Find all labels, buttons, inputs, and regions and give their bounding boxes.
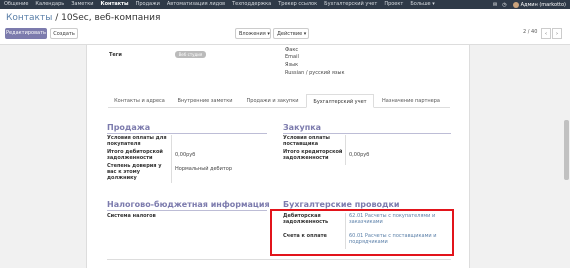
- nav-item-lead-automation[interactable]: Автоматизация лидов: [167, 0, 225, 9]
- scrollbar[interactable]: [563, 45, 570, 268]
- nav-item-more[interactable]: Больше ▾: [410, 0, 434, 9]
- breadcrumb: Контакты / 10Sec, веб-компания: [6, 13, 160, 23]
- fiscal-section-title: Налогово-бюджетная информация: [107, 200, 270, 209]
- clock-icon[interactable]: ◷: [502, 2, 506, 8]
- receivable-total-value: 0,00руб: [175, 152, 196, 158]
- tab-contacts-addresses[interactable]: Контакты и адреса: [108, 94, 171, 108]
- highlight-box: [270, 209, 454, 256]
- purchase-separator: [283, 133, 451, 134]
- accounting-section-title: Бухгалтерские проводки: [283, 200, 400, 209]
- email-label: Email: [285, 54, 299, 60]
- trust-value[interactable]: Нормальный дебитор: [175, 166, 232, 172]
- nav-item-calendar[interactable]: Календарь: [35, 0, 64, 9]
- attachments-dropdown[interactable]: Вложения ▾: [235, 28, 271, 39]
- create-button[interactable]: Создать: [50, 28, 78, 39]
- nav-right: ✉ ◷ Админ (markotto): [488, 0, 566, 9]
- tag-pill[interactable]: Веб студия: [175, 51, 206, 58]
- breadcrumb-parent[interactable]: Контакты: [6, 13, 52, 23]
- sales-separator: [107, 133, 267, 134]
- sales-section-title: Продажа: [107, 123, 151, 132]
- nav-item-accounting[interactable]: Бухгалтерский учет: [324, 0, 377, 9]
- breadcrumb-separator: /: [52, 13, 62, 23]
- edit-button[interactable]: Редактировать: [5, 28, 47, 39]
- payable-total-value: 0,00руб: [349, 152, 370, 158]
- supplier-payment-terms-label: Условия оплаты поставщика: [283, 135, 330, 147]
- actions-dropdown[interactable]: Действие ▾: [273, 28, 309, 39]
- nav-item-link-tracker[interactable]: Трекер ссылок: [278, 0, 317, 9]
- tab-sales-purchases[interactable]: Продажи и закупки: [239, 94, 306, 108]
- trust-label: Степень доверия у вас к этому должнику: [107, 163, 162, 181]
- notebook-tabs: Контакты и адреса Внутренние заметки Про…: [108, 94, 450, 108]
- tab-internal-notes[interactable]: Внутренние заметки: [171, 94, 239, 108]
- payable-total-label: Итого кредиторской задолженности: [283, 149, 343, 161]
- nav-item-sales[interactable]: Продажи: [136, 0, 160, 9]
- pager-next-button[interactable]: ›: [552, 28, 562, 39]
- bottom-divider: [107, 259, 451, 260]
- top-navbar: Общение Календарь Заметки Контакты Прода…: [0, 0, 570, 9]
- pager-prev-button[interactable]: ‹: [541, 28, 551, 39]
- fax-label: Факс: [285, 47, 299, 53]
- tags-label: Теги: [109, 52, 122, 58]
- receivable-total-label: Итого дебиторской задолженности: [107, 149, 163, 161]
- language-label: Язык: [285, 62, 299, 68]
- chat-icon[interactable]: ✉: [493, 2, 497, 8]
- tax-system-label: Система налогов: [107, 213, 156, 219]
- nav-item-contacts[interactable]: Контакты: [101, 0, 129, 9]
- tab-accounting[interactable]: Бухгалтерский учет: [306, 94, 374, 108]
- avatar[interactable]: [512, 1, 519, 8]
- nav-item-notes[interactable]: Заметки: [71, 0, 93, 9]
- control-panel: Контакты / 10Sec, веб-компания Редактиро…: [0, 9, 570, 45]
- tab-partner-assignment[interactable]: Назначение партнера: [374, 94, 448, 108]
- language-value: Russian / русский язык: [285, 70, 345, 76]
- nav-item-helpdesk[interactable]: Техподдержка: [232, 0, 271, 9]
- purchase-divider: [345, 135, 346, 165]
- fiscal-separator: [107, 210, 267, 211]
- nav-item-project[interactable]: Проект: [384, 0, 403, 9]
- sales-divider: [171, 135, 172, 183]
- pager-value[interactable]: 2 / 40: [523, 29, 537, 35]
- breadcrumb-current: 10Sec, веб-компания: [61, 13, 161, 23]
- scrollbar-thumb[interactable]: [564, 120, 569, 180]
- nav-item-discuss[interactable]: Общение: [4, 0, 28, 9]
- purchase-section-title: Закупка: [283, 123, 322, 132]
- form-sheet: Теги Веб студия Факс Email Язык Russian …: [86, 45, 470, 268]
- user-menu[interactable]: Админ (markotto): [521, 2, 566, 8]
- customer-payment-terms-label: Условия оплаты для покупателя: [107, 135, 167, 147]
